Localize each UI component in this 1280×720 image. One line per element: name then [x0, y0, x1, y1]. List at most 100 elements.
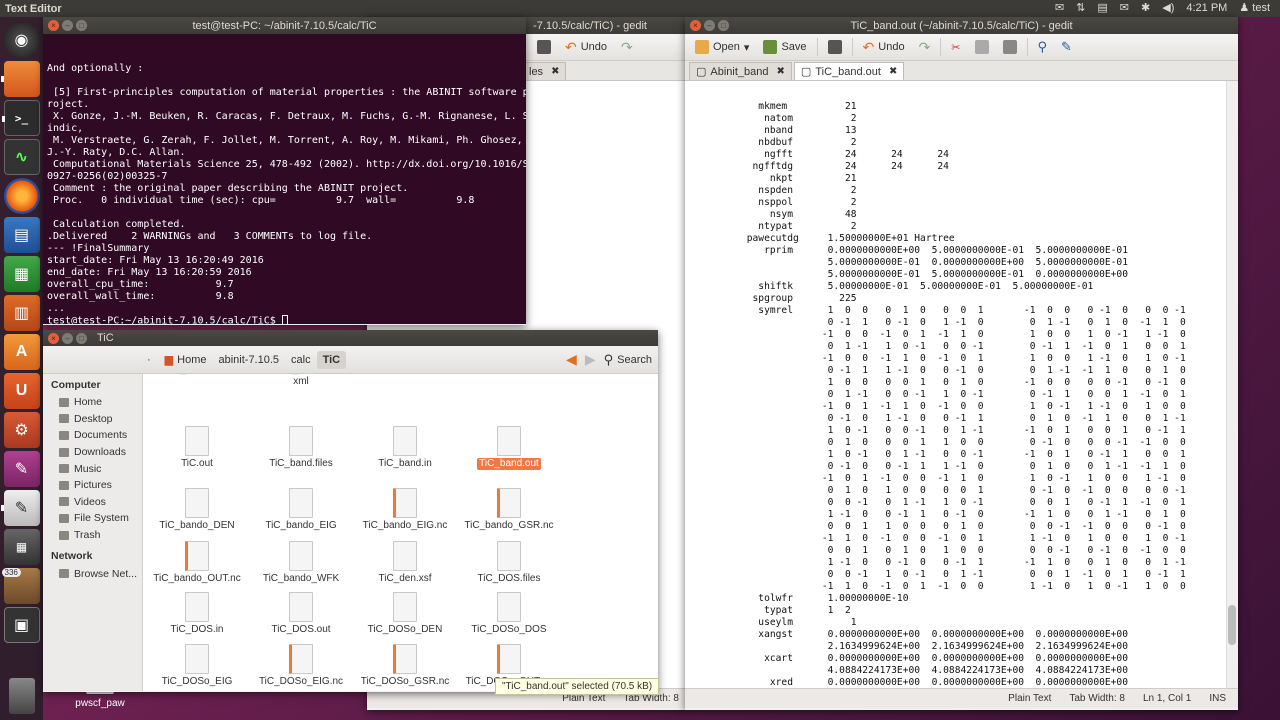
file-manager-window[interactable]: × – □ TiC · ▆ Home abinit-7.10.5 calc TiC…	[43, 330, 658, 692]
sidebar-item-home[interactable]: Home	[43, 394, 142, 411]
file-item[interactable]: TiC.in	[457, 374, 561, 376]
terminal-prompt[interactable]: test@test-PC:~/abinit-7.10.5/calc/TiC$	[47, 315, 522, 324]
file-item[interactable]: C.GGA_PBE-JTH.xml	[145, 374, 249, 376]
close-window-icon[interactable]: ×	[690, 20, 701, 31]
mail-icon[interactable]: ✉	[1120, 0, 1129, 17]
libreoffice-impress-icon[interactable]: ▥	[3, 295, 40, 331]
file-item[interactable]: TiC_band.out	[457, 426, 561, 470]
print-button-back[interactable]	[533, 38, 555, 56]
sidebar-item-documents[interactable]: Documents	[43, 427, 142, 444]
chevron-down-icon[interactable]: ▾	[744, 41, 750, 54]
file-item[interactable]: TiC_DOS.files	[457, 541, 561, 585]
redo-button[interactable]: ↷	[915, 37, 935, 58]
scrollbar-thumb[interactable]	[1228, 605, 1236, 645]
file-item[interactable]: Ti.GGA_PBE-JTH. xml	[249, 374, 353, 388]
tab-tic-band-out[interactable]: ▢ TiC_band.out ✖	[793, 62, 905, 80]
file-manager-titlebar[interactable]: × – □ TiC	[43, 330, 658, 346]
paste-button[interactable]	[999, 38, 1021, 56]
close-window-icon[interactable]: ×	[48, 332, 59, 344]
libreoffice-calc-icon[interactable]: ▦	[3, 256, 40, 292]
firefox-icon[interactable]	[3, 178, 40, 214]
dash-home-icon[interactable]: ◉	[3, 22, 40, 58]
print-button[interactable]	[824, 38, 846, 56]
volume-icon[interactable]: ◀)	[1162, 0, 1174, 17]
minimize-window-icon[interactable]: –	[62, 332, 73, 344]
software-center-icon[interactable]: A	[3, 334, 40, 370]
keyboard-icon[interactable]: ⇅	[1076, 0, 1085, 17]
tab-abinit-band[interactable]: ▢ Abinit_band ✖	[689, 62, 792, 80]
ubuntu-one-icon[interactable]: U	[3, 373, 40, 409]
gedit-window[interactable]: × – □ TiC_band.out (~/abinit-7.10.5/calc…	[685, 17, 1238, 710]
file-item[interactable]: TiC.files	[353, 374, 457, 376]
file-item[interactable]: TiC_den.xsf	[353, 541, 457, 585]
terminal-window[interactable]: × – □ test@test-PC: ~/abinit-7.10.5/calc…	[43, 17, 526, 325]
image-app-icon[interactable]: 336	[1, 568, 40, 604]
file-item[interactable]: TiC_band.in	[353, 426, 457, 470]
tabwidth-selector[interactable]: Tab Width: 8	[1069, 693, 1125, 704]
maximize-window-icon[interactable]: □	[76, 332, 87, 344]
terminal-app-icon[interactable]: >_	[1, 100, 40, 136]
undo-button-back[interactable]: ↶ Undo	[561, 37, 611, 58]
sidebar-item-downloads[interactable]: Downloads	[43, 444, 142, 461]
tab-back-files[interactable]: les ✖	[522, 62, 567, 80]
terminal-titlebar[interactable]: × – □ test@test-PC: ~/abinit-7.10.5/calc…	[43, 17, 526, 34]
file-item[interactable]: TiC_DOSo_GSR.nc	[353, 644, 457, 688]
breadcrumb-home[interactable]: ▆ Home	[159, 350, 213, 369]
gedit-titlebar[interactable]: × – □ TiC_band.out (~/abinit-7.10.5/calc…	[685, 17, 1238, 34]
breadcrumb-calc[interactable]: calc	[285, 351, 317, 369]
sidebar-item-file-system[interactable]: File System	[43, 510, 142, 527]
text-editor-area[interactable]: mkmem 21 natom 2 nband 13 nbdbuf 2 ngfft…	[685, 81, 1238, 688]
maximize-window-icon[interactable]: □	[718, 20, 729, 31]
search-button[interactable]: ⚲ Search	[604, 352, 652, 368]
replace-button[interactable]: ✎	[1057, 37, 1076, 57]
system-monitor-icon[interactable]: ∿	[3, 139, 40, 175]
file-item[interactable]: TiC_DOSo_DOS	[457, 592, 561, 636]
file-item[interactable]: TiC_bando_OUT.nc	[145, 541, 249, 585]
terminal-output[interactable]: And optionally : [5] First-principles co…	[43, 34, 526, 324]
multimedia-app-icon[interactable]: ✎	[3, 451, 40, 487]
sidebar-item-browse-net-[interactable]: Browse Net...	[43, 565, 142, 582]
file-item[interactable]: TiC_DOSo_DEN	[353, 592, 457, 636]
redo-button-back[interactable]: ↷	[617, 37, 637, 58]
file-item[interactable]: TiC_DOSo_EIG	[145, 644, 249, 688]
user-menu[interactable]: ♟ test	[1239, 0, 1270, 17]
file-item[interactable]: TiC_band.files	[249, 426, 353, 470]
file-item[interactable]: TiC.out	[145, 426, 249, 470]
language-selector[interactable]: Plain Text	[1008, 693, 1051, 704]
file-item[interactable]: TiC_bando_GSR.nc	[457, 488, 561, 532]
file-item[interactable]: TiC_DOSo_EIG.nc	[249, 644, 353, 688]
sidebar-item-pictures[interactable]: Pictures	[43, 477, 142, 494]
sidebar-item-videos[interactable]: Videos	[43, 494, 142, 511]
find-button[interactable]: ⚲	[1034, 37, 1052, 57]
editor-scrollbar[interactable]	[1226, 81, 1238, 688]
files-app-icon[interactable]	[0, 61, 40, 97]
close-tab-icon[interactable]: ✖	[777, 66, 785, 77]
file-item[interactable]: TiC_bando_EIG	[249, 488, 353, 532]
path-left-arrow-icon[interactable]: ·	[147, 354, 151, 366]
libreoffice-writer-icon[interactable]: ▤	[3, 217, 40, 253]
network-icon[interactable]: ▤	[1097, 0, 1107, 17]
breadcrumb-abinit[interactable]: abinit-7.10.5	[212, 351, 285, 369]
file-item[interactable]: TiC_bando_WFK	[249, 541, 353, 585]
trash-icon[interactable]	[8, 678, 35, 714]
file-item[interactable]: TiC_DOS.out	[249, 592, 353, 636]
breadcrumb-tic[interactable]: TiC	[316, 350, 347, 369]
maximize-window-icon[interactable]: □	[76, 20, 87, 31]
workspace-switcher-icon[interactable]: ▣	[3, 607, 40, 643]
forward-arrow-icon[interactable]: ▶	[585, 351, 596, 368]
undo-button[interactable]: ↶ Undo	[859, 37, 909, 58]
close-tab-icon[interactable]: ✖	[889, 66, 897, 77]
file-item[interactable]: TiC_bando_DEN	[145, 488, 249, 532]
file-item[interactable]: TiC_DOS.in	[145, 592, 249, 636]
bluetooth-icon[interactable]: ✱	[1141, 0, 1150, 17]
back-arrow-icon[interactable]: ◀	[566, 351, 577, 368]
sidebar-item-music[interactable]: Music	[43, 460, 142, 477]
open-button[interactable]: Open ▾	[691, 38, 753, 56]
file-grid[interactable]: C.GGA_PBE-JTH.xml Ti.GGA_PBE-JTH. xml TiC.…	[143, 374, 658, 691]
sidebar-item-desktop[interactable]: Desktop	[43, 411, 142, 428]
close-window-icon[interactable]: ×	[48, 20, 59, 31]
system-settings-icon[interactable]: ⚙	[3, 412, 40, 448]
minimize-window-icon[interactable]: –	[62, 20, 73, 31]
copy-button[interactable]	[971, 38, 993, 56]
save-button[interactable]: Save	[759, 38, 810, 56]
